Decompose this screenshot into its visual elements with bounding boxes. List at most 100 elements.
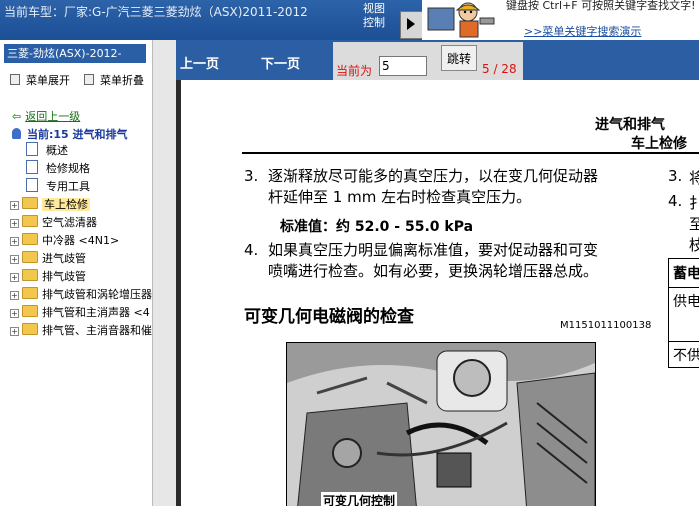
view-control-label: 视图控制 [363, 2, 385, 29]
expand-plus-icon[interactable]: + [10, 201, 19, 210]
tree-folder-item[interactable]: + 排气管、主消音器和催 [10, 322, 152, 340]
tree-folder-item[interactable]: + 空气滤清器 [10, 214, 97, 232]
tip-text: 键盘按 Ctrl+F 可按照关键字查找文字! [506, 0, 696, 12]
tree-item-label: 排气歧管 [42, 270, 86, 283]
step-text: 至 [689, 215, 699, 233]
step-number: 3. [244, 167, 259, 185]
next-column-clipped: 3. 将 4. 扌 至 枝 蓄电 供电 不供 [668, 80, 699, 506]
tree-item-label: 排气歧管和涡轮增压器 [42, 288, 152, 301]
folder-icon [22, 197, 38, 209]
folder-icon [22, 287, 38, 299]
table-cell: 不供 [673, 348, 699, 364]
tree-folder-item[interactable]: + 排气管和主消声器 <4 [10, 304, 150, 322]
page-jump-panel: 当前为 跳转 5 / 28 [333, 42, 523, 80]
page-navigation-bar: 上一页 下一页 当前为 跳转 5 / 28 [176, 40, 699, 80]
mascot-icon [424, 0, 502, 40]
engine-illustration [287, 343, 595, 506]
step-text-line: 如果真空压力明显偏离标准值，要对促动器和可变 [268, 241, 599, 259]
current-section: 当前:15 进气和排气 [12, 126, 128, 142]
step-text: 逐渐释放尽可能多的真空压力，以在变几何促动器 杆延伸至 1 mm 左右时检查真空压… [268, 166, 598, 208]
expand-plus-icon[interactable]: + [10, 291, 19, 300]
figure-id: M1151011100138 [560, 320, 652, 331]
tree-doc-item[interactable]: 检修规格 [26, 160, 90, 178]
person-icon [12, 128, 21, 139]
page-number-input[interactable] [379, 56, 427, 76]
expand-plus-icon[interactable]: + [10, 273, 19, 282]
tree-folder-item[interactable]: + 进气歧管 [10, 250, 86, 268]
step-text-line: 逐渐释放尽可能多的真空压力，以在变几何促动器 [268, 167, 599, 185]
section-title: 可变几何电磁阀的检查 [244, 307, 414, 327]
tree-item-label: 中冷器 <4N1> [42, 234, 120, 247]
expand-icon [10, 74, 20, 85]
tree-item-label: 排气管和主消声器 <4 [42, 306, 150, 319]
page-count: 5 / 28 [482, 62, 517, 76]
document-icon [26, 178, 38, 192]
document-icon [26, 142, 38, 156]
expand-plus-icon[interactable]: + [10, 309, 19, 318]
table-divider [669, 341, 699, 342]
folder-icon [22, 305, 38, 317]
expand-menu-label: 菜单展开 [26, 74, 70, 87]
engine-photo [286, 342, 596, 506]
expand-plus-icon[interactable]: + [10, 219, 19, 228]
collapse-menu-button[interactable]: 菜单折叠 [84, 72, 144, 88]
step-text-line: 杆延伸至 1 mm 左右时检查真空压力。 [268, 188, 532, 206]
tree-item-label: 概述 [46, 144, 68, 157]
folder-icon [22, 251, 38, 263]
expand-plus-icon[interactable]: + [10, 327, 19, 336]
sidebar-title: 三菱-劲炫(ASX)-2012- [4, 44, 146, 63]
collapse-icon [84, 74, 94, 85]
tree-item-label: 专用工具 [46, 180, 90, 193]
header-rule [242, 152, 699, 154]
tree-folder-item[interactable]: + 中冷器 <4N1> [10, 232, 119, 250]
vehicle-title: 当前车型：厂家:G-广汽三菱三菱劲炫（ASX)2011-2012 [4, 5, 308, 19]
expand-plus-icon[interactable]: + [10, 237, 19, 246]
table-header: 蓄电 [673, 266, 699, 282]
spec-table: 蓄电 供电 不供 [668, 258, 699, 368]
expand-plus-icon[interactable]: + [10, 255, 19, 264]
standard-value: 标准值：约 52.0 - 55.0 kPa [280, 219, 474, 235]
search-tip-panel: 键盘按 Ctrl+F 可按照关键字查找文字! >>菜单关键字搜索演示 [422, 0, 699, 40]
prev-page-button[interactable]: 上一页 [180, 53, 219, 72]
step-text: 枝 [689, 236, 699, 254]
expand-menu-button[interactable]: 菜单展开 [10, 72, 70, 88]
jump-button[interactable]: 跳转 [441, 45, 477, 71]
title-bar: 当前车型：厂家:G-广汽三菱三菱劲炫（ASX)2011-2012 视图控制 键盘… [0, 0, 699, 40]
tree-doc-item[interactable]: 概述 [26, 142, 68, 160]
step-text-line: 喷嘴进行检查。如有必要，更换涡轮增压器总成。 [268, 262, 599, 280]
back-link[interactable]: ⇦ 返回上一级 [12, 108, 80, 124]
tree-folder-item[interactable]: + 排气歧管 [10, 268, 86, 286]
view-control-button[interactable] [400, 11, 424, 39]
search-demo-link[interactable]: >>菜单关键字搜索演示 [524, 23, 641, 39]
folder-icon [22, 233, 38, 245]
back-link-label: 返回上一级 [25, 110, 81, 123]
step-3: 3. 逐渐释放尽可能多的真空压力，以在变几何促动器 杆延伸至 1 mm 左右时检查… [244, 166, 664, 210]
step-text: 将 [689, 169, 699, 187]
tree-item-label: 检修规格 [46, 162, 90, 175]
tree-doc-item[interactable]: 专用工具 [26, 178, 90, 196]
next-page-button[interactable]: 下一页 [261, 53, 300, 72]
table-cell: 供电 [673, 294, 699, 310]
step-text: 如果真空压力明显偏离标准值，要对促动器和可变 喷嘴进行检查。如有必要，更换涡轮增压… [268, 240, 598, 282]
table-divider [669, 287, 699, 288]
tree-item-label: 排气管、主消音器和催 [42, 324, 152, 337]
step-number: 4. [668, 192, 683, 210]
tree-item-label: 空气滤清器 [42, 216, 97, 229]
tree-item-label: 进气歧管 [42, 252, 86, 265]
doc-title: 进气和排气 [595, 117, 665, 133]
folder-icon [22, 269, 38, 281]
tree-folder-item[interactable]: + 排气歧管和涡轮增压器 [10, 286, 152, 304]
photo-caption: 可变几何控制 [321, 492, 398, 506]
play-icon [407, 18, 415, 30]
page-edge [176, 80, 181, 506]
tree-folder-item[interactable]: + 车上检修 [10, 196, 90, 214]
back-arrow-icon: ⇦ [12, 110, 22, 123]
pane-splitter[interactable] [152, 40, 177, 506]
current-page-label: 当前为 [336, 64, 373, 78]
tree-item-label: 车上检修 [42, 198, 90, 211]
document-page: 进气和排气 车上检修 3. 逐渐释放尽可能多的真空压力，以在变几何促动器 杆延伸至… [176, 80, 699, 506]
folder-icon [22, 215, 38, 227]
collapse-menu-label: 菜单折叠 [100, 74, 144, 87]
step-text: 扌 [689, 194, 699, 212]
step-number: 3. [668, 167, 683, 185]
